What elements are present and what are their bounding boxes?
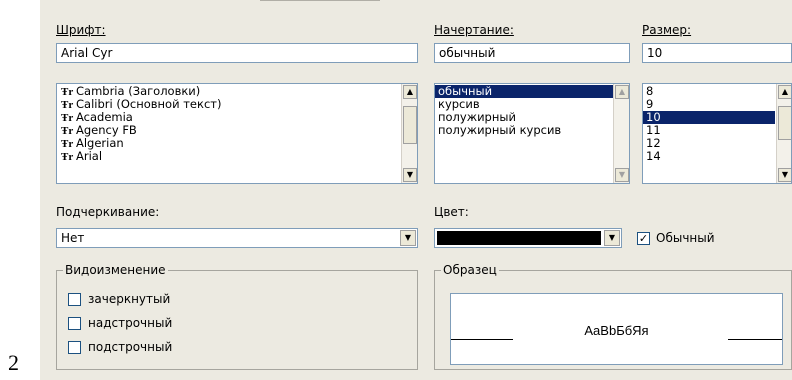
font-list-item-label: Academia xyxy=(76,110,133,124)
preview-baseline-right xyxy=(728,339,782,340)
scroll-up-icon[interactable]: ▲ xyxy=(778,85,791,99)
size-list-item[interactable]: 12 xyxy=(643,137,775,150)
underline-select[interactable]: Нет ▼ xyxy=(56,228,418,248)
preview-group-title: Образец xyxy=(441,263,499,277)
style-list-item[interactable]: полужирный курсив xyxy=(435,124,613,137)
effects-group-title: Видоизменение xyxy=(63,263,168,277)
effect-checkbox[interactable] xyxy=(68,317,81,330)
style-input[interactable]: обычный xyxy=(434,43,630,63)
underline-label: Подчеркивание: xyxy=(56,205,160,219)
font-list-item-label: Arial xyxy=(76,149,103,163)
style-list[interactable]: обычный курсив полужирный полужирный курсив… xyxy=(434,83,630,184)
effect-checkbox[interactable] xyxy=(68,293,81,306)
scroll-up-icon[interactable]: ▲ xyxy=(615,85,629,99)
scroll-thumb[interactable] xyxy=(778,106,791,140)
font-dialog: Шрифт: Arial Cyr Ŧr Cambria (Заголовки) Ŧr… xyxy=(40,0,792,380)
size-input[interactable]: 10 xyxy=(642,43,792,63)
scroll-thumb[interactable] xyxy=(403,106,417,144)
preview-sample-text: AaBbБбЯя xyxy=(584,323,649,338)
size-list-item[interactable]: 9 xyxy=(643,98,775,111)
preview-baseline-left xyxy=(451,339,513,340)
size-list[interactable]: 8 9 10 11 12 14 ▲ ▼ xyxy=(642,83,792,184)
color-label: Цвет: xyxy=(434,205,469,219)
size-list-item[interactable]: 8 xyxy=(643,85,775,98)
color-swatch xyxy=(437,231,601,245)
size-label: Размер: xyxy=(642,23,692,37)
check-icon: ✓ xyxy=(638,232,649,245)
normal-font-checkbox[interactable]: ✓ xyxy=(637,232,650,245)
font-list-item-label: Calibri (Основной текст) xyxy=(76,97,222,111)
font-list-item-label: Cambria (Заголовки) xyxy=(76,84,201,98)
chevron-down-icon[interactable]: ▼ xyxy=(604,230,620,246)
font-list-item-label: Algerian xyxy=(76,136,124,150)
size-list-item[interactable]: 14 xyxy=(643,150,775,163)
font-label: Шрифт: xyxy=(56,23,106,37)
scroll-down-icon[interactable]: ▼ xyxy=(403,168,417,182)
font-list-scrollbar[interactable]: ▲ ▼ xyxy=(401,84,417,183)
style-label: Начертание: xyxy=(434,23,514,37)
font-list[interactable]: Ŧr Cambria (Заголовки) Ŧr Calibri (Основной… xyxy=(56,83,418,184)
size-list-item[interactable]: 11 xyxy=(643,124,775,137)
style-list-scrollbar[interactable]: ▲ ▼ xyxy=(613,84,629,183)
truetype-icon: Ŧr xyxy=(61,151,74,163)
effect-checkbox[interactable] xyxy=(68,341,81,354)
preview-box: AaBbБбЯя xyxy=(450,293,783,365)
underline-value: Нет xyxy=(61,231,85,245)
effect-label: зачеркнутый xyxy=(88,292,171,306)
normal-font-label: Обычный xyxy=(656,231,715,245)
font-list-item-label: Agency FB xyxy=(76,123,137,137)
scroll-down-icon[interactable]: ▼ xyxy=(778,168,791,182)
scroll-down-icon[interactable]: ▼ xyxy=(615,168,629,182)
chevron-down-icon[interactable]: ▼ xyxy=(400,230,416,246)
scroll-up-icon[interactable]: ▲ xyxy=(403,85,417,99)
page-number: 2 xyxy=(8,350,19,375)
size-list-item[interactable]: 10 xyxy=(643,111,775,124)
font-list-item[interactable]: Ŧr Arial xyxy=(57,149,417,164)
color-select[interactable]: ▼ xyxy=(434,228,622,248)
dialog-top-divider xyxy=(260,0,380,1)
font-name-input[interactable]: Arial Cyr xyxy=(56,43,418,63)
font-list-item[interactable]: Ŧr Algerian xyxy=(57,136,417,151)
size-list-scrollbar[interactable]: ▲ ▼ xyxy=(776,84,791,183)
effect-label: надстрочный xyxy=(88,316,173,330)
effects-group: Видоизменение зачеркнутый надстрочный подс… xyxy=(56,263,418,370)
effect-label: подстрочный xyxy=(88,340,173,354)
